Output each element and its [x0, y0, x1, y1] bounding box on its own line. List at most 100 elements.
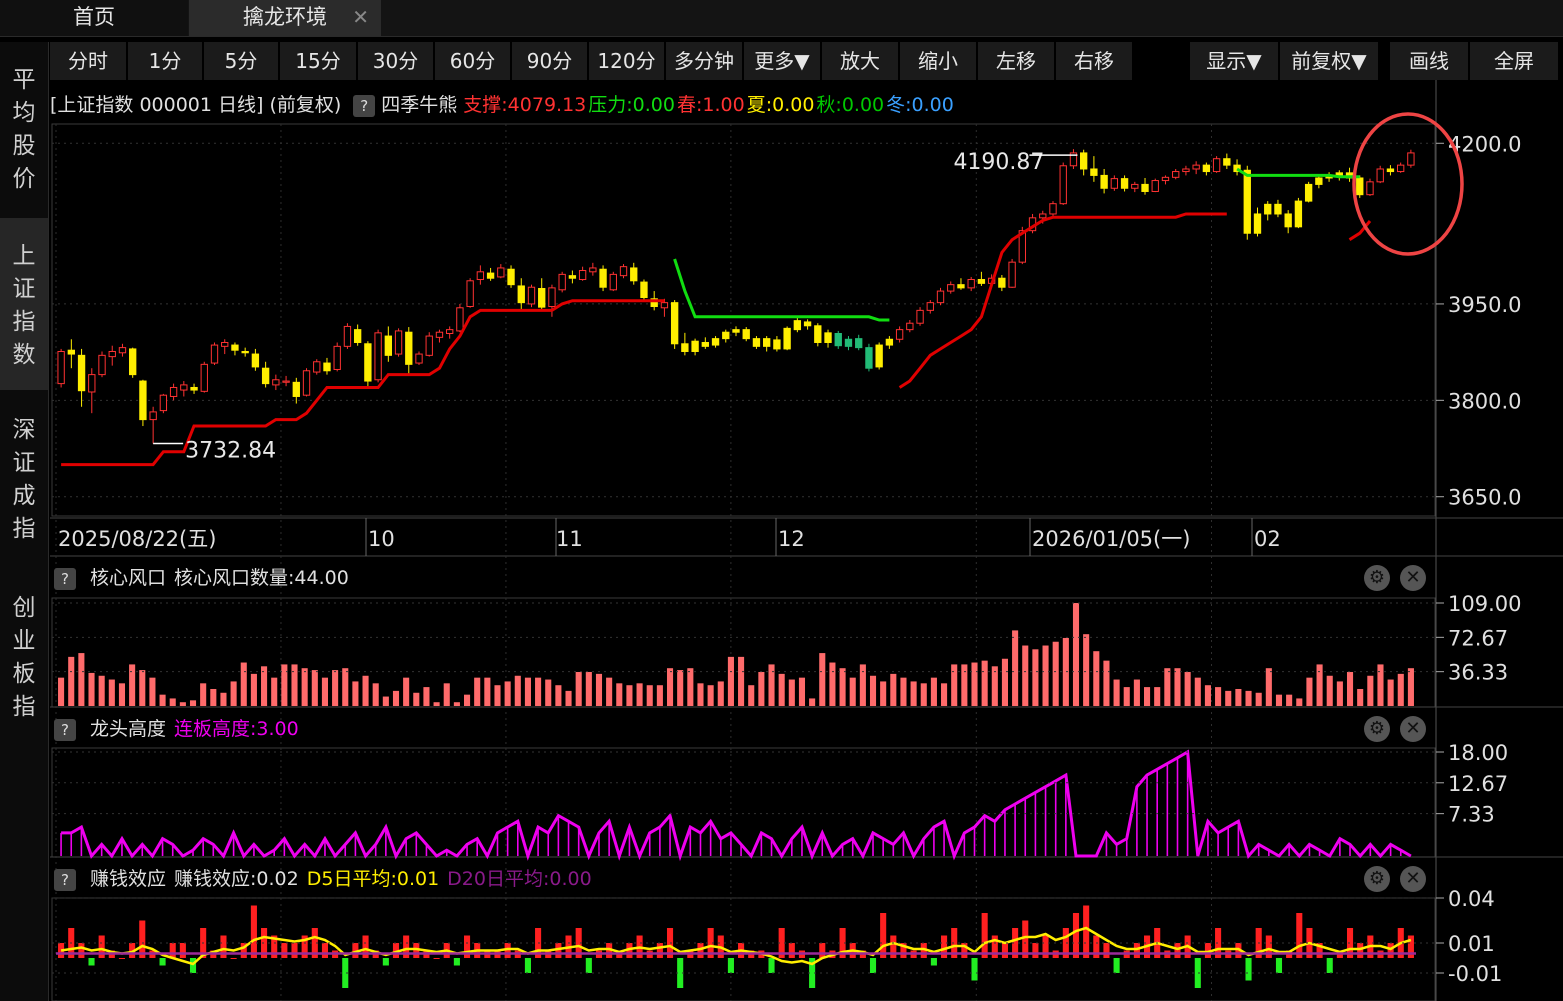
- candle: [558, 273, 566, 291]
- bar: [108, 679, 115, 706]
- candle: [394, 330, 403, 355]
- panel1-name: 核心风口: [90, 567, 167, 589]
- candle: [538, 288, 546, 308]
- panel2-title: ? 龙头高度 连板高度:3.00: [54, 714, 299, 744]
- candle: [1141, 183, 1149, 192]
- high-annotation: 4190.87: [953, 150, 1044, 175]
- panel3-title: ? 赚钱效应 赚钱效应:0.02 D5日平均:0.01 D20日平均:0.00: [54, 864, 592, 894]
- panel3-gear-icon[interactable]: ⚙: [1364, 866, 1390, 892]
- bar: [717, 681, 724, 706]
- bar: [880, 681, 887, 706]
- bar: [869, 958, 877, 973]
- panel2-controls: ⚙ ✕: [1364, 714, 1430, 744]
- candle: [1243, 169, 1251, 234]
- bar: [819, 943, 826, 958]
- panel2-gear-icon[interactable]: ⚙: [1364, 716, 1390, 742]
- bar: [1052, 641, 1059, 706]
- panel1-gear-icon[interactable]: ⚙: [1364, 565, 1390, 591]
- candle: [1366, 181, 1374, 196]
- candle: [497, 267, 505, 278]
- bar: [545, 679, 552, 706]
- panel3-value: 赚钱效应:0.02: [174, 868, 299, 890]
- candle: [1039, 213, 1047, 219]
- bar: [1296, 698, 1303, 706]
- bar: [1204, 685, 1211, 706]
- bar: [1133, 679, 1140, 706]
- bar: [159, 694, 166, 706]
- panel1-controls: ⚙ ✕: [1364, 563, 1430, 593]
- candle: [415, 353, 423, 364]
- candle: [957, 284, 965, 289]
- bar: [58, 677, 65, 706]
- bar: [230, 958, 237, 959]
- bar: [261, 666, 268, 706]
- bar: [210, 688, 217, 706]
- candle: [844, 338, 853, 347]
- bar: [636, 683, 643, 706]
- bar: [392, 690, 400, 706]
- y-tick-label: 72.67: [1448, 626, 1508, 650]
- panel3-help-icon[interactable]: ?: [54, 868, 76, 891]
- panel1-close-icon[interactable]: ✕: [1400, 565, 1426, 591]
- candle: [139, 380, 147, 421]
- candle: [200, 363, 208, 392]
- bar: [423, 687, 430, 706]
- bar: [727, 656, 734, 706]
- bar: [332, 670, 339, 706]
- candle: [446, 329, 454, 334]
- bar: [606, 677, 613, 706]
- candle: [466, 280, 474, 308]
- panel2-help-icon[interactable]: ?: [54, 718, 76, 741]
- bar: [1255, 692, 1262, 706]
- candle: [353, 329, 362, 343]
- bar: [1275, 958, 1283, 973]
- bar: [981, 913, 988, 958]
- bar: [78, 943, 85, 958]
- bar: [1113, 679, 1120, 706]
- candle: [701, 341, 709, 347]
- bar: [768, 664, 775, 706]
- candle: [261, 367, 270, 385]
- candle: [640, 281, 648, 299]
- candle: [169, 386, 178, 397]
- y-tick-label: 18.00: [1448, 741, 1508, 765]
- candlestick-chart: 4190.87 3732.84: [57, 149, 1415, 467]
- candle: [323, 362, 331, 372]
- dragon-height-bars: [52, 749, 1444, 862]
- bar: [1022, 645, 1029, 706]
- candle: [333, 345, 341, 370]
- bar: [281, 943, 288, 958]
- bar: [1245, 958, 1252, 981]
- candle: [108, 350, 116, 358]
- bar: [220, 692, 227, 706]
- candle: [292, 381, 300, 397]
- bar: [849, 677, 856, 706]
- candle: [875, 344, 883, 368]
- bar: [524, 958, 531, 973]
- candle: [1120, 178, 1129, 189]
- candle: [190, 386, 198, 391]
- bar: [778, 673, 785, 706]
- bar: [250, 673, 257, 706]
- bar: [1225, 690, 1232, 706]
- bar: [1265, 668, 1272, 706]
- bar: [179, 702, 186, 706]
- candle: [752, 338, 761, 347]
- candle: [302, 370, 311, 396]
- candle: [1284, 213, 1292, 228]
- panel3-close-icon[interactable]: ✕: [1400, 866, 1426, 892]
- panel2-close-icon[interactable]: ✕: [1400, 716, 1426, 742]
- x-tick-label: 12: [778, 527, 805, 551]
- bar: [1154, 687, 1161, 706]
- bar: [301, 668, 308, 706]
- candle: [67, 349, 76, 355]
- bar: [433, 958, 440, 959]
- candle: [1396, 164, 1405, 173]
- bar: [68, 656, 75, 706]
- chart-canvas[interactable]: 4190.87 3732.84 4200.0 3950.0 3800.0 3650.0 2…: [0, 0, 1563, 1001]
- candle: [814, 325, 822, 343]
- bar: [149, 677, 156, 706]
- bar: [88, 958, 95, 966]
- panel1-help-icon[interactable]: ?: [54, 567, 76, 590]
- bar: [616, 683, 623, 706]
